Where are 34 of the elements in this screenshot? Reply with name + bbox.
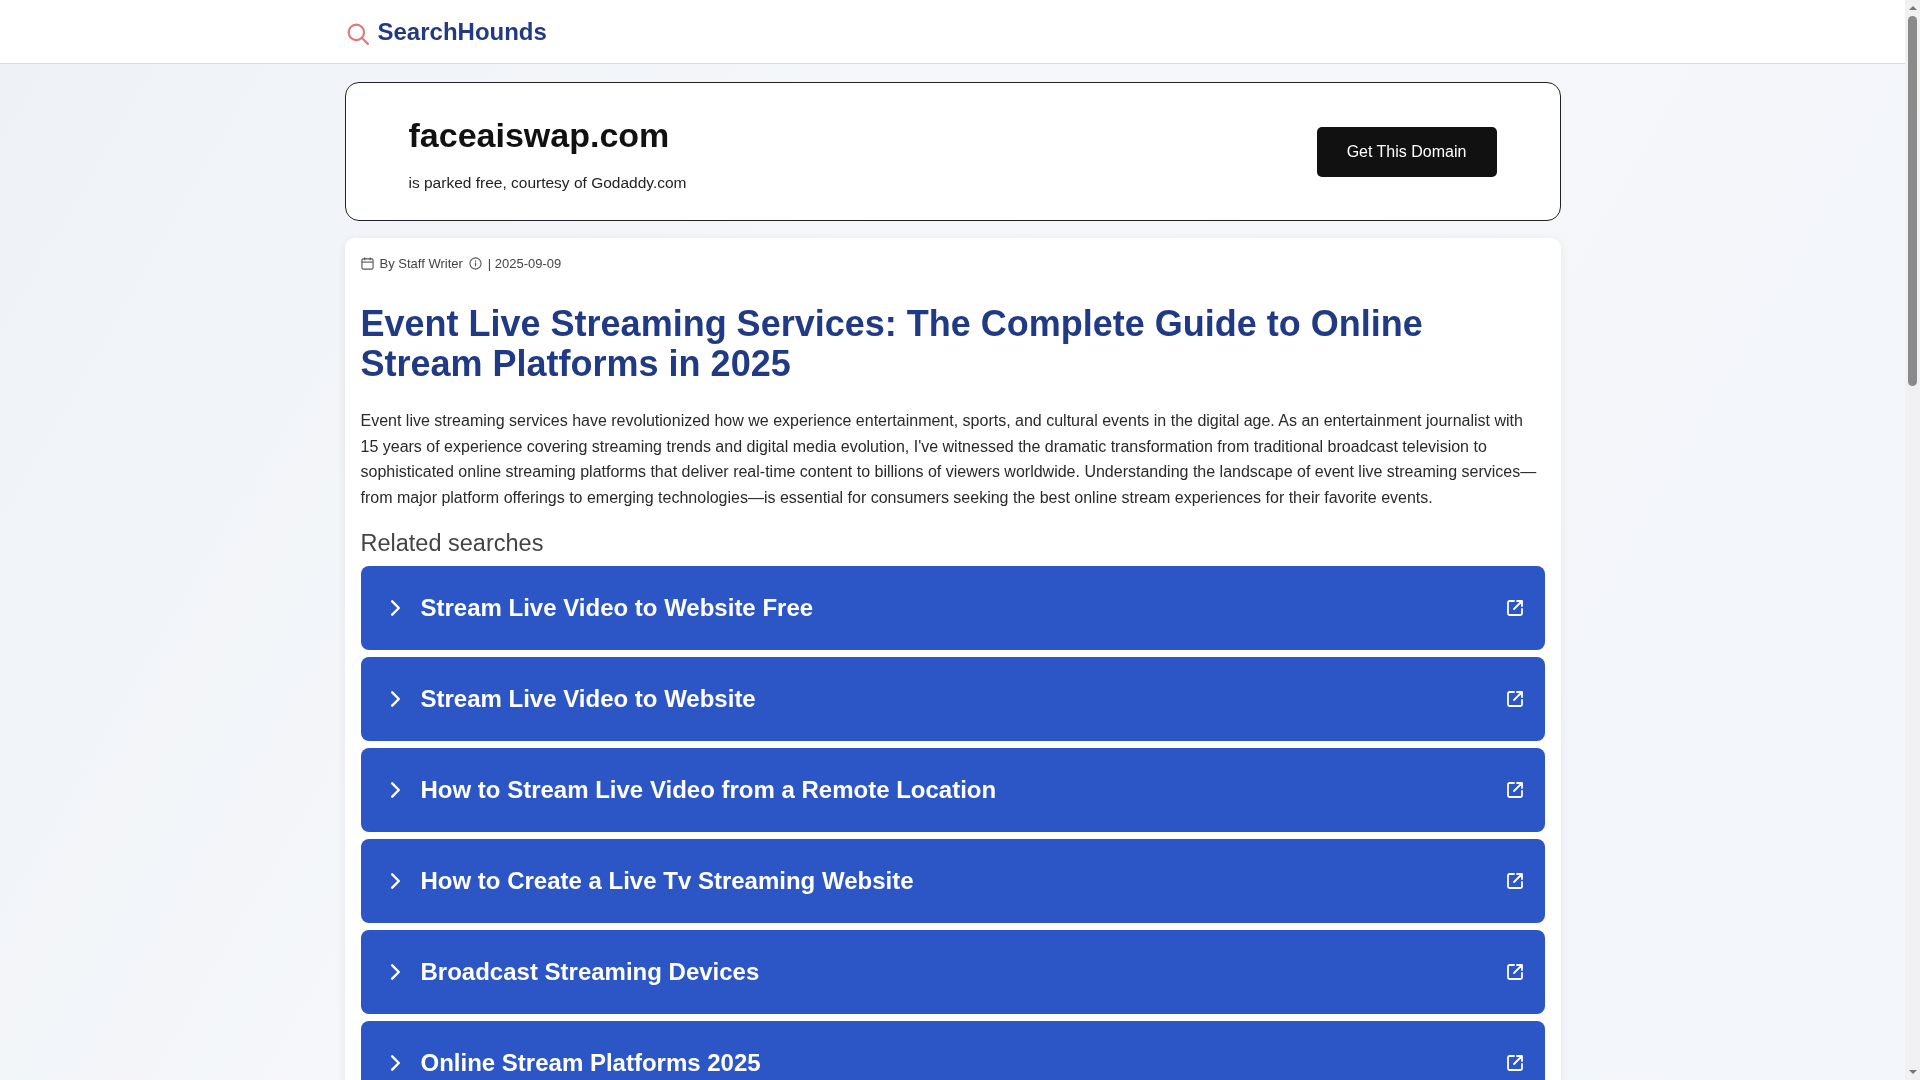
chevron-right-icon [389, 872, 401, 890]
related-search-link[interactable]: Broadcast Streaming Devices [360, 930, 1545, 1014]
parked-note: is parked free, courtesy of Godaddy.com [408, 172, 687, 193]
related-searches-heading: Related searches [360, 529, 545, 558]
external-link-icon [1504, 962, 1525, 982]
publish-date: | 2025-09-09 [487, 255, 562, 271]
external-link-icon [1504, 689, 1525, 709]
related-search-link[interactable]: Online Stream Platforms 2025 [360, 1021, 1545, 1080]
external-link-icon [1504, 598, 1525, 618]
chevron-right-icon [389, 599, 401, 617]
chevron-right-icon [389, 1054, 401, 1072]
external-link-icon [1504, 1053, 1525, 1073]
article-paragraph: Event live streaming services have revolutionized how we experience entertainment, sports, and cultural events in the digital age. As an entertainment journalist with 15 years of experience covering streaming trends and digital media evolution, I've witnessed the dramatic transformation from traditional broadcast television to sophisticated online streaming platforms that deliver real-time content to billions of viewers worldwide. Understanding the landscape of event live streaming services—from major platform offerings to emerging technologies—is essential for consumers seeking the best online stream experiences for their favorite events. [360, 411, 1538, 508]
external-link-icon [1504, 780, 1525, 800]
chevron-right-icon [389, 781, 401, 799]
author-byline: By Staff Writer [379, 255, 463, 271]
get-domain-button[interactable]: Get This Domain [1316, 126, 1497, 177]
scroll-down-arrow-icon[interactable] [1907, 1068, 1918, 1076]
related-search-link[interactable]: How to Create a Live Tv Streaming Website [360, 839, 1545, 923]
calendar-icon [360, 256, 374, 270]
scrollbar-thumb[interactable] [1908, 16, 1917, 386]
article-title: Event Live Streaming Services: The Complete Guide to Online Stream Platforms in 2025 [360, 304, 1424, 384]
info-icon [468, 256, 482, 270]
chevron-right-icon [389, 963, 401, 981]
related-search-link[interactable]: Stream Live Video to Website [360, 657, 1545, 741]
domain-name: faceaiswap.com [408, 114, 671, 155]
chevron-right-icon [389, 690, 401, 708]
related-search-link[interactable]: How to Stream Live Video from a Remote Location [360, 748, 1545, 832]
external-link-icon [1504, 871, 1525, 891]
related-search-link[interactable]: Stream Live Video to Website Free [360, 566, 1545, 650]
scrollbar[interactable] [1905, 0, 1920, 1080]
search-icon [346, 22, 369, 45]
scroll-up-arrow-icon[interactable] [1907, 4, 1918, 12]
site-logo-link[interactable]: SearchHounds [377, 17, 547, 46]
